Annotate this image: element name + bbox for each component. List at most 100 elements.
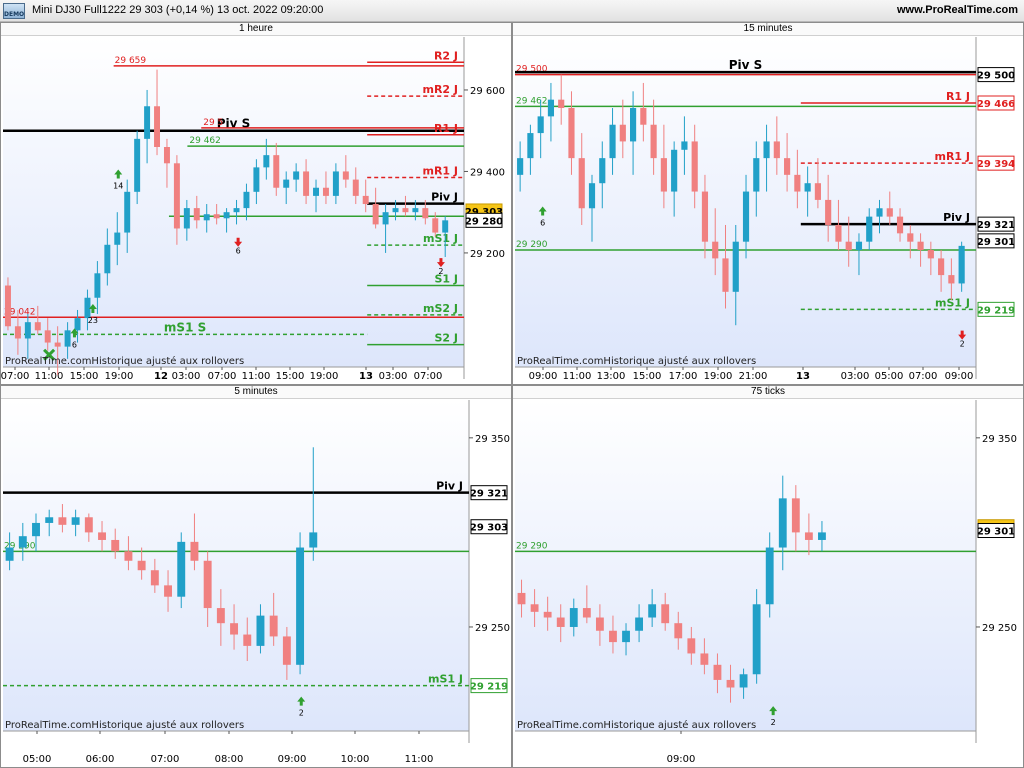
price-tag-label: 29 321 bbox=[470, 489, 508, 500]
candle-body bbox=[569, 608, 578, 627]
level-label: R1 J bbox=[434, 122, 458, 135]
level-label: 29 462 bbox=[189, 136, 221, 146]
chart-svg[interactable]: 29 350 29 250 05:00 06:00 07:00 08:00 09:00 10:… bbox=[1, 386, 512, 768]
candle-body bbox=[530, 604, 539, 612]
candle-body bbox=[609, 124, 616, 159]
x-tick-label: 15:00 bbox=[70, 371, 99, 382]
candle-body bbox=[818, 532, 826, 540]
x-tick-label: 19:00 bbox=[310, 371, 339, 382]
candle-body bbox=[845, 241, 852, 251]
candle-body bbox=[907, 233, 914, 242]
x-tick-label: 08:00 bbox=[215, 754, 244, 765]
y-tick-label: 29 200 bbox=[470, 249, 505, 260]
chart-svg[interactable]: 29 35029 25009:0029 290229 30329 301ProR… bbox=[513, 386, 1024, 768]
y-tick-label: 29 350 bbox=[475, 434, 510, 445]
candle-body bbox=[886, 208, 893, 217]
candle-body bbox=[263, 155, 270, 168]
x-tick-label: 09:00 bbox=[278, 754, 307, 765]
candle-body bbox=[568, 108, 575, 159]
candle-body bbox=[173, 163, 180, 229]
candle-body bbox=[74, 318, 81, 331]
level-label: Piv J bbox=[431, 191, 458, 204]
candle-body bbox=[150, 570, 159, 586]
candle-body bbox=[701, 191, 709, 242]
candle-body bbox=[412, 208, 419, 213]
candle-body bbox=[382, 212, 389, 225]
candle-body bbox=[791, 498, 800, 533]
watermark: ProRealTime.comHistorique ajusté aux rol… bbox=[517, 719, 756, 731]
level-label: 29 290 bbox=[516, 541, 548, 551]
candle-body bbox=[372, 204, 379, 225]
chart-panel-15m[interactable]: 15 minutes 09:00 11:00 13:00 15:00 17:00 19:0… bbox=[512, 22, 1024, 385]
chart-svg[interactable]: 29 600 29 400 29 200 07:00 11:00 15:00 19:00 12… bbox=[1, 23, 512, 385]
candle-body bbox=[765, 547, 774, 605]
candle-body bbox=[203, 214, 210, 221]
candle-body bbox=[154, 106, 161, 147]
window-titlebar: DEMO Mini DJ30 Full1222 29 303 (+0,14 %)… bbox=[0, 0, 1024, 22]
candle-body bbox=[835, 224, 842, 242]
candle-body bbox=[44, 330, 51, 343]
candle-body bbox=[322, 187, 329, 196]
level-label: Piv J bbox=[436, 480, 463, 493]
marker-label: 2 bbox=[960, 340, 965, 349]
candle-body bbox=[804, 532, 813, 540]
candle-body bbox=[588, 183, 596, 209]
candle-body bbox=[14, 326, 21, 339]
level-label: mS1 J bbox=[428, 673, 463, 686]
candle-body bbox=[732, 241, 739, 292]
candle-body bbox=[876, 208, 883, 217]
y-tick-label: 29 400 bbox=[470, 167, 505, 178]
x-tick-label: 03:00 bbox=[172, 371, 201, 382]
candle-body bbox=[773, 141, 780, 159]
candle-body bbox=[691, 141, 698, 192]
candle-body bbox=[650, 124, 657, 159]
marker-label: 14 bbox=[113, 182, 123, 191]
candle-body bbox=[582, 608, 591, 618]
candle-body bbox=[362, 195, 369, 205]
candle-body bbox=[104, 244, 111, 274]
candle-body bbox=[825, 199, 832, 225]
candle-body bbox=[332, 171, 339, 196]
candle-body bbox=[273, 155, 280, 188]
level-label: 29 290 bbox=[516, 240, 548, 250]
candle-body bbox=[622, 630, 630, 643]
x-tick-label: 05:00 bbox=[875, 371, 904, 382]
candle-body bbox=[661, 604, 670, 624]
candle-body bbox=[293, 171, 300, 180]
marker-label: 6 bbox=[72, 340, 77, 349]
candle-body bbox=[794, 174, 801, 192]
x-tick-label: 09:00 bbox=[529, 371, 558, 382]
level-label: 29 5 bbox=[203, 118, 223, 128]
x-tick-label: 11:00 bbox=[35, 371, 64, 382]
chart-panel-1h[interactable]: 1 heure 29 600 29 400 29 200 07:00 11:00 15:0… bbox=[0, 22, 512, 385]
y-tick-label: 29 600 bbox=[470, 86, 505, 97]
candle-body bbox=[713, 664, 722, 680]
y-tick-label: 29 350 bbox=[982, 434, 1017, 445]
x-tick-label: 13 bbox=[359, 371, 373, 382]
candle-body bbox=[700, 653, 709, 665]
x-tick-label: 19:00 bbox=[704, 371, 733, 382]
candle-body bbox=[537, 116, 544, 134]
candle-body bbox=[681, 141, 688, 150]
candle-body bbox=[163, 147, 170, 164]
level-label: S2 J bbox=[435, 332, 459, 345]
x-tick-label: 17:00 bbox=[669, 371, 698, 382]
level-label: mR2 J bbox=[422, 83, 458, 96]
candle-body bbox=[71, 517, 80, 525]
chart-panel-5m[interactable]: 5 minutes 29 350 29 250 05:00 06:00 07:00 08:… bbox=[0, 385, 512, 768]
chart-panel-75ticks[interactable]: 75 ticks 29 35029 25009:0029 290229 3032… bbox=[512, 385, 1024, 768]
candle-body bbox=[753, 158, 760, 192]
candle-body bbox=[917, 241, 924, 251]
watermark: ProRealTime.comHistorique ajusté aux rol… bbox=[5, 355, 244, 367]
chart-svg[interactable]: 09:00 11:00 13:00 15:00 17:00 19:00 21:00 13 03:… bbox=[513, 23, 1024, 385]
candle-body bbox=[556, 617, 565, 627]
candle-body bbox=[183, 208, 190, 229]
x-tick-label: 09:00 bbox=[945, 371, 974, 382]
level-label: mR1 J bbox=[422, 165, 458, 178]
marker-label: 2 bbox=[299, 709, 304, 718]
candle-body bbox=[18, 536, 27, 548]
level-label: mS2 J bbox=[423, 302, 458, 315]
candle-body bbox=[144, 106, 151, 139]
candle-body bbox=[609, 630, 617, 643]
site-link[interactable]: www.ProRealTime.com bbox=[897, 4, 1018, 16]
